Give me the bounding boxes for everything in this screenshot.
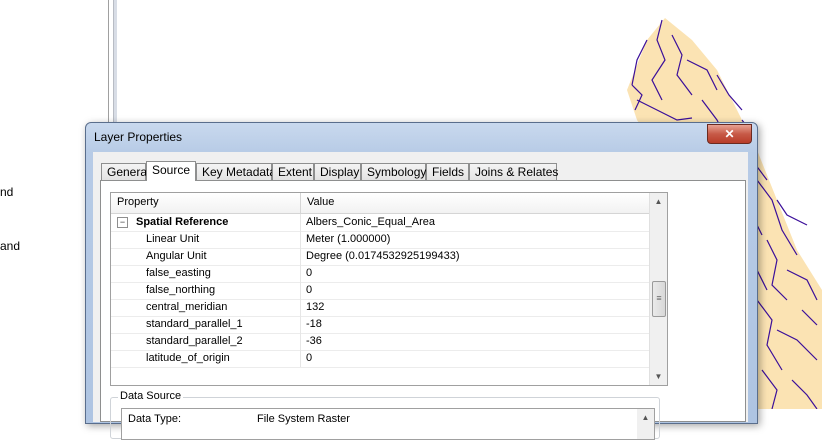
data-source-value: File System Raster [257, 413, 350, 425]
data-source-group: Data Source Data Type: File System Raste… [110, 390, 660, 440]
dialog-title: Layer Properties [94, 130, 183, 144]
spatial-reference-grid: Property Value − Spatial Reference Alber… [110, 192, 668, 386]
close-button[interactable]: ✕ [707, 124, 752, 144]
property-value: 132 [306, 301, 325, 313]
property-value: 0 [306, 284, 313, 296]
property-value: Degree (0.0174532925199433) [306, 250, 460, 262]
property-key: standard_parallel_2 [146, 335, 243, 347]
property-key: latitude_of_origin [146, 352, 230, 364]
dialog-client-area: General Source Key Metadata Extent Displ… [93, 152, 748, 440]
property-key: Angular Unit [146, 250, 207, 262]
tab-symbology[interactable]: Symbology [361, 163, 426, 180]
scroll-up-icon[interactable]: ▲ [637, 409, 654, 439]
scroll-down-icon[interactable]: ▼ [650, 368, 667, 385]
table-row[interactable]: latitude_of_origin 0 [111, 350, 649, 368]
property-key: Linear Unit [146, 233, 200, 245]
property-value: -18 [306, 318, 322, 330]
group-row-spatial-reference[interactable]: − Spatial Reference Albers_Conic_Equal_A… [111, 214, 649, 232]
table-row[interactable]: false_easting 0 [111, 265, 649, 283]
data-source-key: Data Type: [128, 413, 181, 425]
property-value: Meter (1.000000) [306, 233, 391, 245]
collapse-icon[interactable]: − [117, 217, 128, 228]
table-row[interactable]: standard_parallel_2 -36 [111, 333, 649, 351]
property-key: false_easting [146, 267, 211, 279]
scroll-up-icon[interactable]: ▲ [650, 193, 667, 210]
tab-extent[interactable]: Extent [272, 163, 314, 180]
source-tab-panel: Property Value − Spatial Reference Alber… [100, 180, 746, 440]
table-row[interactable]: Angular Unit Degree (0.0174532925199433) [111, 248, 649, 266]
data-source-box: Data Type: File System Raster ▲ [121, 408, 655, 440]
table-row[interactable]: false_northing 0 [111, 282, 649, 300]
column-header-property[interactable]: Property [117, 196, 159, 208]
property-key: central_meridian [146, 301, 228, 313]
toc-item-text[interactable]: and [0, 239, 20, 253]
tab-key-metadata[interactable]: Key Metadata [196, 163, 276, 180]
property-value: 0 [306, 267, 313, 279]
grid-header: Property Value [111, 193, 649, 214]
property-value: 0 [306, 352, 313, 364]
group-label: Spatial Reference [136, 216, 229, 228]
table-row[interactable]: central_meridian 132 [111, 299, 649, 317]
property-value: -36 [306, 335, 322, 347]
group-value: Albers_Conic_Equal_Area [306, 216, 436, 228]
tab-fields[interactable]: Fields [426, 163, 469, 180]
tab-display[interactable]: Display [314, 163, 361, 180]
toc-item-text[interactable]: nd [0, 185, 13, 199]
scroll-thumb[interactable]: ≡ [652, 281, 666, 317]
data-source-legend: Data Source [118, 390, 184, 402]
table-row[interactable]: standard_parallel_1 -18 [111, 316, 649, 334]
column-header-value[interactable]: Value [307, 196, 334, 208]
tab-source[interactable]: Source [146, 161, 196, 181]
property-key: standard_parallel_1 [146, 318, 243, 330]
layer-properties-dialog: Layer Properties ✕ General Source Key Me… [85, 122, 758, 440]
property-key: false_northing [146, 284, 216, 296]
tab-joins-relates[interactable]: Joins & Relates [469, 163, 558, 180]
table-row[interactable]: Linear Unit Meter (1.000000) [111, 231, 649, 249]
grid-scrollbar[interactable]: ▲ ≡ ▼ [649, 193, 667, 385]
tab-general[interactable]: General [101, 163, 150, 180]
